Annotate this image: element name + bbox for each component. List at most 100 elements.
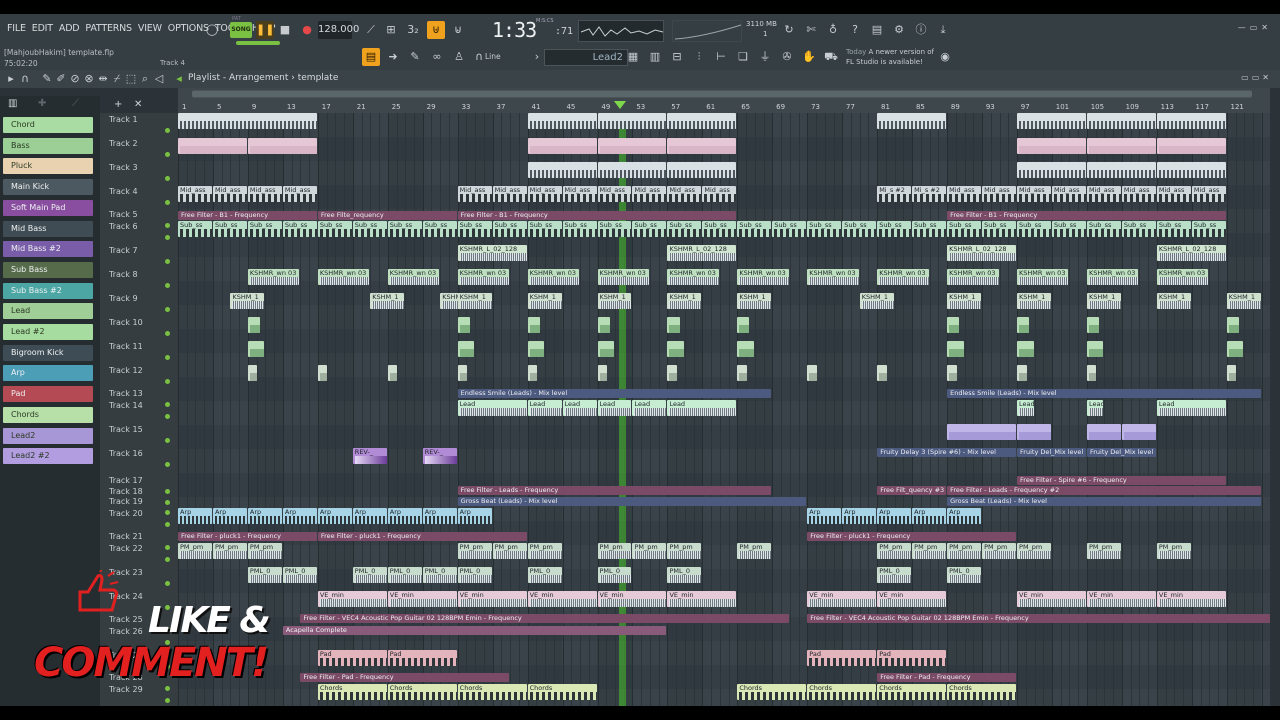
track-mute-toggle[interactable] (165, 307, 170, 312)
pattern-clip[interactable] (1156, 113, 1226, 129)
track-mute-toggle[interactable] (165, 200, 170, 205)
pattern-clip[interactable] (1121, 424, 1156, 440)
pattern-clip[interactable]: Sub_ss (597, 221, 632, 237)
pattern-clip[interactable]: KSHM_1 (1086, 293, 1121, 309)
pattern-clip[interactable]: PML_0 (527, 567, 562, 583)
automation-clip[interactable]: Free Filter - B1 - Frequency (178, 211, 317, 220)
pattern-clip[interactable]: VE_min (387, 591, 457, 607)
pattern-clip[interactable]: PM_pm (912, 543, 947, 559)
pattern-clip[interactable]: Arp (947, 508, 982, 524)
pattern-clip[interactable]: Arp (352, 508, 387, 524)
pattern-clip[interactable] (457, 317, 470, 333)
track-label[interactable]: Track 7 (109, 246, 138, 255)
pattern-clip[interactable]: Arp (457, 508, 492, 524)
pattern-clip[interactable]: Mid_ass (527, 186, 562, 202)
pattern-clip[interactable] (597, 341, 614, 357)
automation-clip[interactable]: Free Filter - Leads - Frequency (457, 486, 772, 495)
automation-clip[interactable]: Free Filter - Pad - Frequency (877, 673, 1017, 682)
pattern-clip[interactable]: Sub_ss (1121, 221, 1156, 237)
playlist-window-controls[interactable]: ▭▭✕ (1241, 73, 1272, 82)
pattern-clip[interactable]: Sub_ss (1052, 221, 1086, 237)
menu-view[interactable]: VIEW (135, 23, 165, 34)
pattern-clip[interactable] (737, 317, 750, 333)
pattern-clip[interactable] (527, 365, 538, 381)
pattern-clip[interactable]: PM_pm (877, 543, 912, 559)
pattern-clip[interactable]: Pad (807, 650, 877, 666)
pattern-clip[interactable]: KSHM_1 (370, 293, 405, 309)
track-mute-toggle[interactable] (165, 379, 170, 384)
pencil-icon[interactable]: ✎ (406, 48, 424, 66)
pattern-clip[interactable] (597, 317, 610, 333)
pattern-clip[interactable]: Sub_ss (947, 221, 982, 237)
pattern-clip[interactable] (527, 138, 597, 154)
track-label[interactable]: Track 17 (109, 476, 143, 485)
automation-clip[interactable]: Free Filter - pluck1 - Frequency (317, 532, 527, 541)
pattern-clip[interactable] (457, 365, 468, 381)
automation-clip[interactable]: Free Filter - B1 - Frequency (457, 211, 737, 220)
pattern-clip[interactable]: PM_pm (632, 543, 667, 559)
hierarchy-icon[interactable]: ⊢ (712, 48, 730, 66)
track-label[interactable]: Track 19 (109, 497, 143, 506)
track-label[interactable]: Track 13 (109, 389, 143, 398)
update-notice[interactable]: Today A newer version of FL Studio is av… (846, 47, 934, 67)
pattern-clip[interactable]: PML_0 (667, 567, 702, 583)
pattern-clip[interactable]: KSHM_1 (947, 293, 982, 309)
pattern-clip[interactable] (947, 424, 1017, 440)
pattern-clip[interactable]: Sub_ss (772, 221, 807, 237)
pattern-item[interactable]: Soft Main Pad (3, 199, 93, 216)
pattern-clip[interactable] (1017, 424, 1051, 440)
tempo-display[interactable]: 128.000 (318, 21, 359, 39)
pattern-clip[interactable]: Mid_ass (1121, 186, 1156, 202)
pattern-clip[interactable]: VE_min (597, 591, 667, 607)
pattern-clip[interactable]: KSHMR_wn 03 (247, 269, 300, 285)
pattern-clip[interactable]: Lead (527, 400, 562, 416)
automation-clip[interactable]: Endless Smile (Leads) - Mix level (947, 389, 1261, 398)
pattern-clip[interactable]: KSHMR_wn 03 (1086, 269, 1139, 285)
pattern-clip[interactable]: PM_pm (982, 543, 1017, 559)
automation-clip[interactable]: Acapella Complete (282, 626, 667, 635)
app-window-controls[interactable]: —▭✕ (1238, 23, 1272, 32)
pattern-clip[interactable]: Lead (1086, 400, 1104, 416)
pattern-clip[interactable]: PML_0 (387, 567, 422, 583)
pattern-clip[interactable]: PM_pm (597, 543, 632, 559)
pattern-clip[interactable]: Chords (947, 684, 1017, 700)
pattern-clip[interactable]: PM_pm (947, 543, 982, 559)
automation-clip[interactable]: Gross Beat (Leads) - Mix level (457, 497, 807, 506)
automation-clip[interactable]: Free Filte_requency (317, 211, 457, 220)
pattern-clip[interactable]: Mid_ass (1086, 186, 1121, 202)
blend-notes-icon[interactable]: ⊎ (427, 21, 445, 39)
track-mute-toggle[interactable] (165, 500, 170, 505)
pattern-clip[interactable]: PM_pm (1086, 543, 1121, 559)
pattern-clip[interactable] (527, 317, 540, 333)
pattern-clip[interactable]: Sub_ss (632, 221, 667, 237)
pattern-item[interactable]: Mid Bass (3, 220, 93, 237)
pattern-clip[interactable]: PML_0 (352, 567, 387, 583)
menu-add[interactable]: ADD (56, 23, 83, 34)
pattern-clip[interactable]: Arp (877, 508, 912, 524)
pattern-clip[interactable]: KSHMR_L_02_128 (1156, 245, 1226, 261)
pattern-clip[interactable] (667, 317, 680, 333)
pattern-clip[interactable]: Mi_s #2 (912, 186, 947, 202)
pattern-clip[interactable]: Pad (877, 650, 947, 666)
pattern-clip[interactable] (1086, 317, 1100, 333)
plugin-icon[interactable]: ⚙ (890, 21, 908, 39)
pattern-clip[interactable] (947, 317, 960, 333)
help-icon[interactable]: ? (846, 21, 864, 39)
info-icon[interactable]: ⓘ (912, 21, 930, 39)
playlist-grid[interactable]: Mid_ass Mid_ass Mid_ass Mid_ass Mid_ass Mid_a… (178, 113, 1270, 713)
track-mute-toggle[interactable] (165, 235, 170, 240)
pattern-clip[interactable]: VE_min (667, 591, 737, 607)
pattern-clip[interactable]: Mid_ass (492, 186, 527, 202)
pattern-item[interactable]: Arp (3, 365, 93, 382)
track-mute-toggle[interactable] (165, 462, 170, 467)
pattern-item[interactable]: Chords (3, 406, 93, 423)
pattern-clip[interactable]: Sub_ss (247, 221, 282, 237)
track-mute-toggle[interactable] (165, 438, 170, 443)
track-label[interactable]: Track 16 (109, 449, 143, 458)
pattern-clip[interactable]: Chords (457, 684, 527, 700)
pattern-clip[interactable]: VE_min (1017, 591, 1086, 607)
pattern-clip[interactable]: PM_pm (212, 543, 247, 559)
pattern-clip[interactable] (877, 113, 947, 129)
pattern-clip[interactable]: Chords (317, 684, 387, 700)
shop-icon[interactable]: ⛟ (822, 48, 840, 66)
